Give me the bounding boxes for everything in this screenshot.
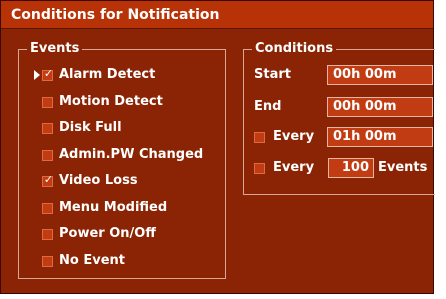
event-label[interactable]: Alarm Detect: [59, 65, 155, 85]
event-checkbox[interactable]: [42, 256, 53, 267]
checkmark-icon: ✓: [43, 67, 54, 80]
start-time-field[interactable]: 00h 00m: [327, 65, 433, 85]
event-label[interactable]: Menu Modified: [59, 198, 167, 218]
event-checkbox[interactable]: [42, 229, 53, 240]
event-checkbox[interactable]: [42, 123, 53, 134]
checkmark-icon: ✓: [43, 173, 54, 186]
event-checkbox[interactable]: [42, 203, 53, 214]
event-checkbox[interactable]: ✓: [42, 67, 54, 81]
every-events-count-field[interactable]: 100: [328, 158, 374, 178]
start-label: Start: [254, 67, 291, 82]
every-events-suffix: Events: [378, 160, 428, 175]
event-checkbox[interactable]: [42, 150, 53, 161]
event-checkbox[interactable]: ✓: [42, 173, 54, 187]
event-checkbox[interactable]: [42, 97, 53, 108]
event-label[interactable]: Motion Detect: [59, 92, 163, 112]
event-label[interactable]: Power On/Off: [59, 224, 156, 244]
end-label: End: [254, 99, 282, 114]
every-events-checkbox[interactable]: [254, 163, 265, 174]
every-time-field[interactable]: 01h 00m: [327, 127, 433, 147]
conditions-legend: Conditions: [252, 41, 337, 57]
event-label[interactable]: Admin.PW Changed: [59, 145, 203, 165]
end-time-field[interactable]: 00h 00m: [327, 97, 433, 117]
event-label[interactable]: Disk Full: [59, 118, 122, 138]
selection-cursor-icon: [34, 70, 40, 80]
event-label[interactable]: No Event: [59, 251, 125, 271]
every-time-label: Every: [273, 129, 315, 144]
every-time-checkbox[interactable]: [254, 132, 265, 143]
notification-dialog: Conditions for Notification Events ✓ Alar…: [0, 0, 435, 294]
event-label[interactable]: Video Loss: [59, 171, 138, 191]
dialog-title: Conditions for Notification: [1, 1, 433, 29]
events-legend: Events: [27, 41, 83, 57]
every-events-label: Every: [273, 160, 315, 175]
